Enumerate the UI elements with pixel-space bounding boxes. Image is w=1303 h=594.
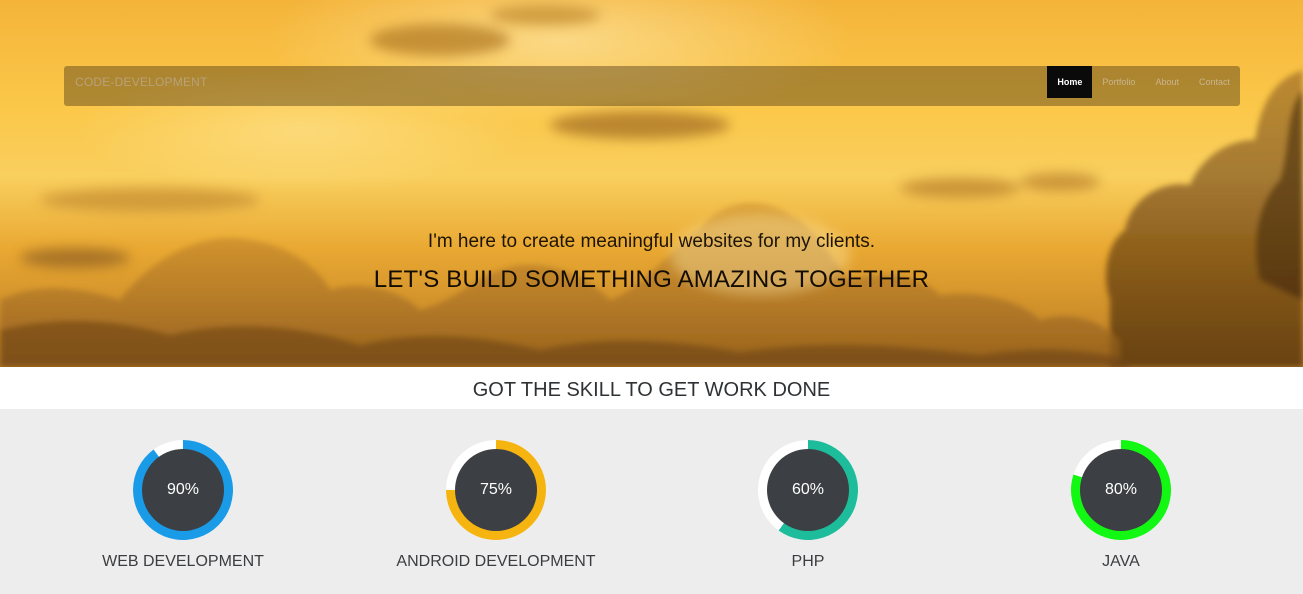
- hero-subtitle: I'm here to create meaningful websites f…: [427, 231, 876, 252]
- skill-percent: 90%: [166, 481, 200, 498]
- skills-section: 90% WEB DEVELOPMENT 75% ANDROID DEVELOPM…: [0, 409, 1303, 594]
- skill-name: JAVA: [1102, 553, 1140, 570]
- skill-percent: 60%: [791, 481, 825, 498]
- nav-item-about[interactable]: About: [1145, 66, 1189, 98]
- hero-title: LET'S BUILD SOMETHING AMAZING TOGETHER: [373, 266, 930, 293]
- skill-percent: 75%: [479, 481, 513, 498]
- skill-name: PHP: [791, 553, 825, 570]
- skill-percent: 80%: [1104, 481, 1138, 498]
- skill-php: 60% PHP: [678, 409, 938, 594]
- brand-logo-text[interactable]: CODE-DEVELOPMENT: [75, 75, 208, 89]
- nav-item-home[interactable]: Home: [1047, 66, 1093, 98]
- skill-name: WEB DEVELOPMENT: [102, 553, 264, 570]
- skill-android-development: 75% ANDROID DEVELOPMENT: [366, 409, 626, 594]
- skill-name: ANDROID DEVELOPMENT: [396, 553, 596, 570]
- skills-heading: GOT THE SKILL TO GET WORK DONE: [472, 379, 831, 401]
- nav-menu: Home Portfolio About Contact: [1047, 66, 1240, 98]
- navbar: CODE-DEVELOPMENT Home Portfolio About Co…: [64, 66, 1240, 106]
- skill-java: 80% JAVA: [991, 409, 1251, 594]
- hero-banner: CODE-DEVELOPMENT Home Portfolio About Co…: [0, 0, 1303, 367]
- nav-item-contact[interactable]: Contact: [1189, 66, 1240, 98]
- sunset-clouds-background: [0, 5, 1303, 367]
- nav-item-portfolio[interactable]: Portfolio: [1092, 66, 1145, 98]
- skills-heading-band: GOT THE SKILL TO GET WORK DONE: [0, 367, 1303, 409]
- skill-web-development: 90% WEB DEVELOPMENT: [53, 409, 313, 594]
